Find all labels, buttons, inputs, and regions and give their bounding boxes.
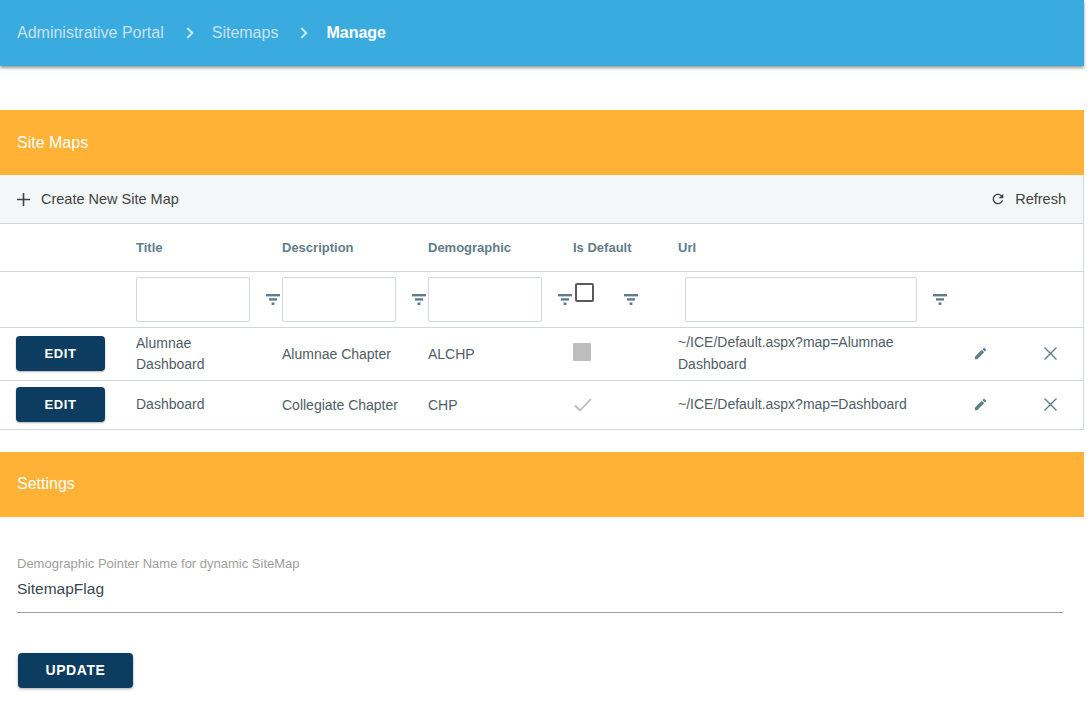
create-new-sitemap-label: Create New Site Map (41, 191, 179, 207)
sitemaps-section-title: Site Maps (17, 134, 88, 152)
filter-url-input[interactable] (685, 277, 917, 322)
description-cell: Collegiate Chapter (276, 380, 422, 429)
refresh-button[interactable]: Refresh (990, 191, 1066, 207)
title-cell: Dashboard (136, 394, 248, 415)
demographic-cell: CHP (422, 380, 567, 429)
filter-is-default-checkbox[interactable] (575, 283, 594, 302)
close-icon (1043, 346, 1058, 361)
create-new-sitemap-button[interactable]: Create New Site Map (17, 191, 179, 207)
filter-icon (558, 294, 572, 305)
settings-body: Demographic Pointer Name for dynamic Sit… (0, 517, 1084, 688)
sitemaps-section: Site Maps Create New Site Map Refresh (0, 110, 1084, 430)
title-cell: Alumnae Dashboard (136, 333, 248, 375)
breadcrumb-item-administrative-portal[interactable]: Administrative Portal (17, 24, 164, 42)
col-header-edit (0, 224, 130, 271)
col-header-actions1 (959, 224, 1013, 271)
settings-section: Settings Demographic Pointer Name for dy… (0, 452, 1084, 688)
is-default-check[interactable] (573, 397, 666, 413)
filter-icon (266, 294, 280, 305)
edit-pencil-button[interactable] (965, 397, 1007, 412)
url-cell: ~/ICE/Default.aspx?map=Alumnae Dashboard (678, 332, 953, 375)
breadcrumb-item-manage: Manage (326, 24, 386, 42)
demographic-pointer-input[interactable] (17, 580, 1063, 598)
plus-icon (17, 193, 30, 206)
description-cell: Alumnae Chapter (276, 327, 422, 380)
demographic-cell: ALCHP (422, 327, 567, 380)
settings-section-title: Settings (17, 475, 75, 493)
pencil-icon (973, 397, 988, 412)
demographic-pointer-field: Demographic Pointer Name for dynamic Sit… (17, 517, 1063, 613)
filter-title-menu-button[interactable] (266, 294, 280, 305)
table-row: EDIT Alumnae Dashboard Alumnae Chapter A… (0, 327, 1083, 380)
update-button[interactable]: UPDATE (18, 653, 133, 688)
table-row: EDIT Dashboard Collegiate Chapter CHP ~/… (0, 380, 1083, 429)
col-header-actions2 (1013, 224, 1083, 271)
url-cell: ~/ICE/Default.aspx?map=Dashboard (678, 394, 953, 416)
filter-demographic-input[interactable] (428, 277, 542, 322)
col-header-demographic[interactable]: Demographic (422, 224, 567, 271)
filter-icon (933, 294, 947, 305)
delete-button[interactable] (1019, 346, 1077, 361)
settings-section-header: Settings (0, 452, 1084, 517)
filter-title-input[interactable] (136, 277, 250, 322)
chevron-right-icon (182, 27, 193, 38)
filter-is-default-menu-button[interactable] (624, 294, 638, 305)
col-header-url[interactable]: Url (672, 224, 959, 271)
grid-header-row: Title Description Demographic Is Default… (0, 224, 1083, 271)
edit-button[interactable]: EDIT (16, 336, 105, 371)
filter-demographic-menu-button[interactable] (558, 294, 572, 305)
col-header-description[interactable]: Description (276, 224, 422, 271)
demographic-pointer-label: Demographic Pointer Name for dynamic Sit… (17, 517, 1063, 571)
col-header-title[interactable]: Title (130, 224, 276, 271)
close-icon (1043, 397, 1058, 412)
breadcrumb: Administrative Portal Sitemaps Manage (17, 24, 386, 42)
page: Administrative Portal Sitemaps Manage Si… (0, 0, 1084, 688)
edit-pencil-button[interactable] (965, 346, 1007, 361)
filter-icon (412, 294, 426, 305)
sitemaps-grid: Title Description Demographic Is Default… (0, 224, 1084, 430)
grid-filter-row (0, 271, 1083, 327)
filter-url-menu-button[interactable] (933, 294, 947, 305)
delete-button[interactable] (1019, 397, 1077, 412)
chevron-right-icon (297, 27, 308, 38)
app-bar: Administrative Portal Sitemaps Manage (0, 0, 1084, 66)
check-icon (573, 397, 593, 413)
col-header-is-default[interactable]: Is Default (567, 224, 672, 271)
filter-icon (624, 294, 638, 305)
pencil-icon (973, 346, 988, 361)
refresh-icon (990, 191, 1006, 207)
is-default-checkbox-indeterminate[interactable] (573, 343, 591, 361)
filter-description-menu-button[interactable] (412, 294, 426, 305)
sitemaps-section-header: Site Maps (0, 110, 1084, 175)
edit-button[interactable]: EDIT (16, 387, 105, 422)
filter-description-input[interactable] (282, 277, 396, 322)
refresh-label: Refresh (1015, 191, 1066, 207)
breadcrumb-item-sitemaps[interactable]: Sitemaps (212, 24, 279, 42)
sitemaps-toolbar: Create New Site Map Refresh (0, 175, 1084, 224)
